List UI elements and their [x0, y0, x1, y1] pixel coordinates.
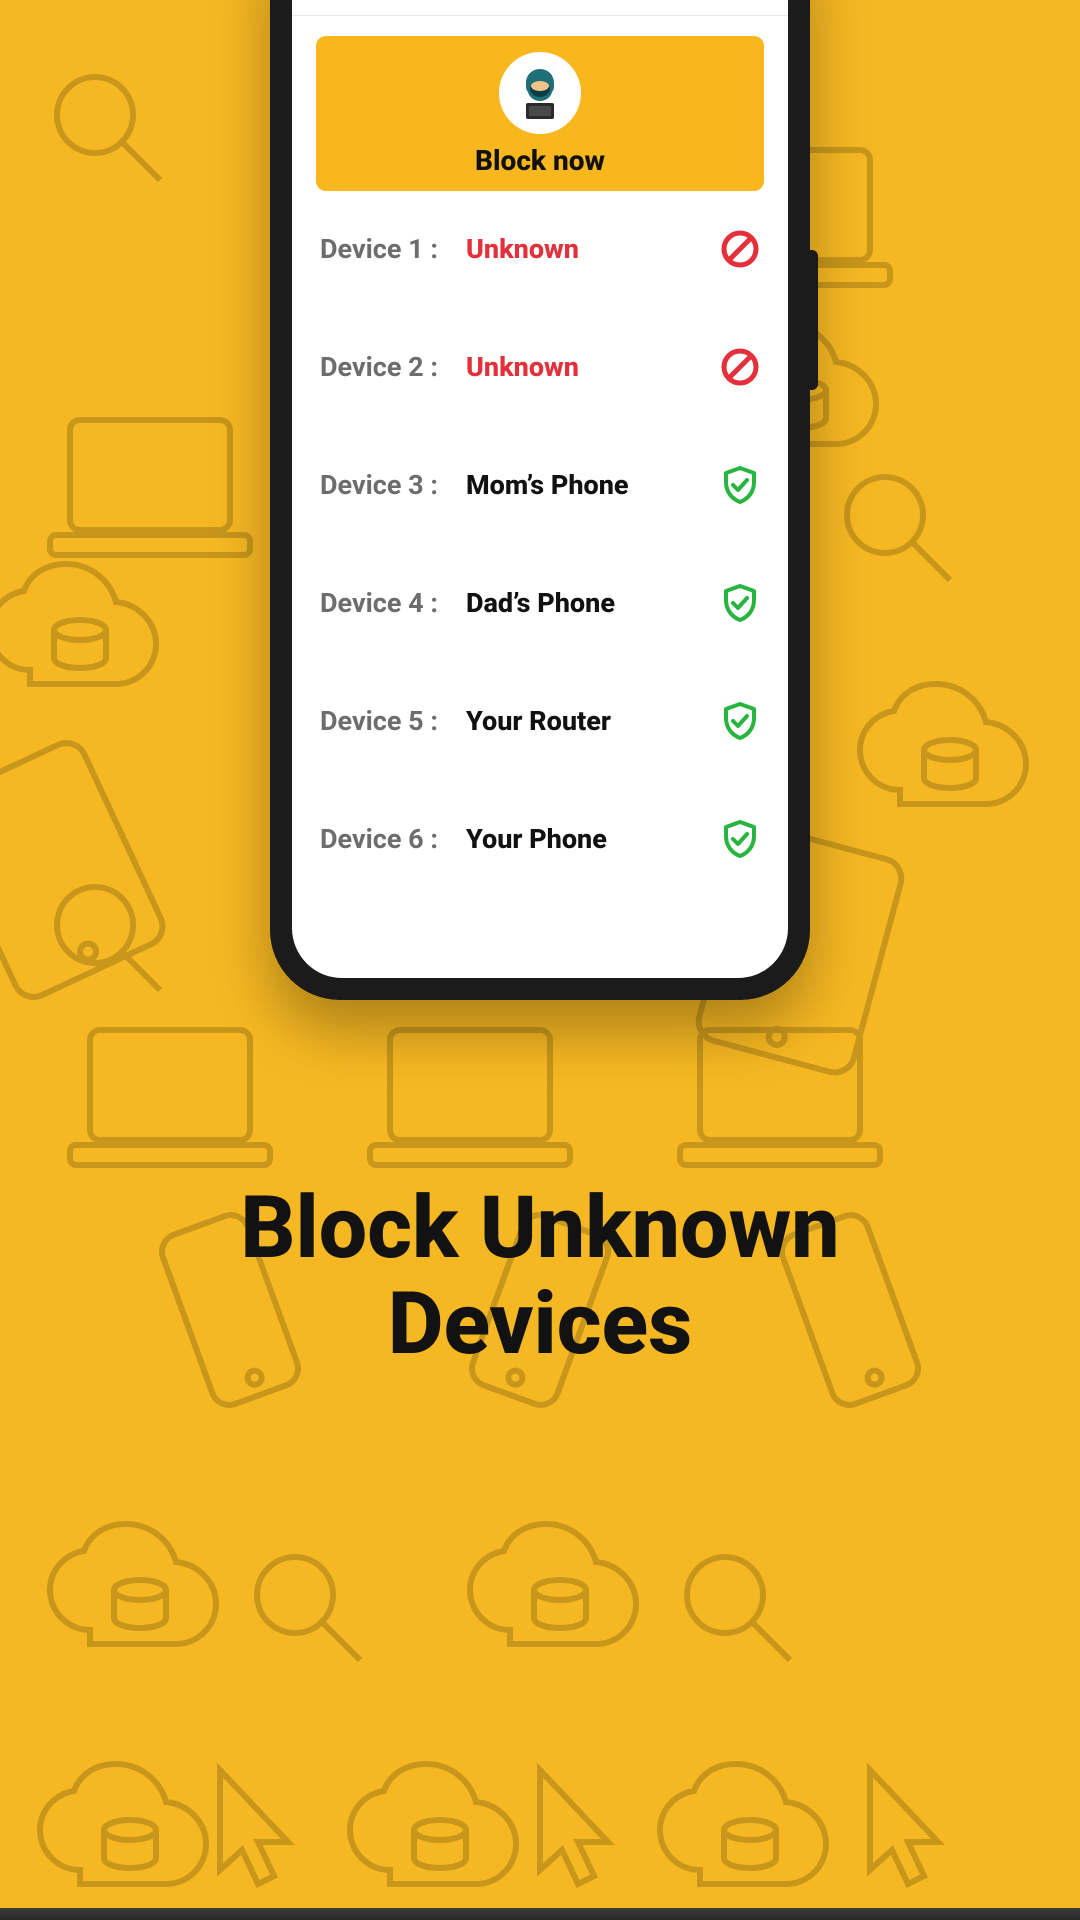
device-row[interactable]: Device 3 :Mom’s Phone [320, 465, 760, 505]
app-header: Block Devices [292, 0, 788, 16]
block-now-label: Block now [475, 144, 605, 177]
caption-line-1: Block Unknown [40, 1180, 1040, 1276]
device-index-label: Device 4 : [320, 587, 466, 619]
device-name: Unknown [466, 351, 720, 383]
hacker-avatar-icon [499, 52, 581, 134]
shield-check-icon[interactable] [720, 819, 760, 859]
device-name: Your Router [466, 705, 720, 737]
device-row[interactable]: Device 1 :Unknown [320, 229, 760, 269]
block-now-button[interactable]: Block now [316, 36, 764, 191]
device-index-label: Device 2 : [320, 351, 466, 383]
device-list: Device 1 :UnknownDevice 2 :UnknownDevice… [292, 219, 788, 869]
device-row[interactable]: Device 6 :Your Phone [320, 819, 760, 859]
device-index-label: Device 3 : [320, 469, 466, 501]
caption-line-2: Devices [40, 1276, 1040, 1372]
device-name: Unknown [466, 233, 720, 265]
device-index-label: Device 6 : [320, 823, 466, 855]
device-row[interactable]: Device 4 :Dad’s Phone [320, 583, 760, 623]
device-name: Your Phone [466, 823, 720, 855]
ban-icon[interactable] [720, 229, 760, 269]
device-index-label: Device 5 : [320, 705, 466, 737]
phone-mockup: Block Devices Block now Device 1 :Unknow… [270, 0, 810, 1000]
device-row[interactable]: Device 2 :Unknown [320, 347, 760, 387]
caption: Block Unknown Devices [0, 1180, 1080, 1373]
phone-screen: Block Devices Block now Device 1 :Unknow… [292, 0, 788, 978]
ban-icon[interactable] [720, 347, 760, 387]
shield-check-icon[interactable] [720, 465, 760, 505]
shield-check-icon[interactable] [720, 701, 760, 741]
device-row[interactable]: Device 5 :Your Router [320, 701, 760, 741]
device-index-label: Device 1 : [320, 233, 466, 265]
device-name: Dad’s Phone [466, 587, 720, 619]
device-name: Mom’s Phone [466, 469, 720, 501]
shield-check-icon[interactable] [720, 583, 760, 623]
android-nav-bar [0, 1908, 1080, 1920]
